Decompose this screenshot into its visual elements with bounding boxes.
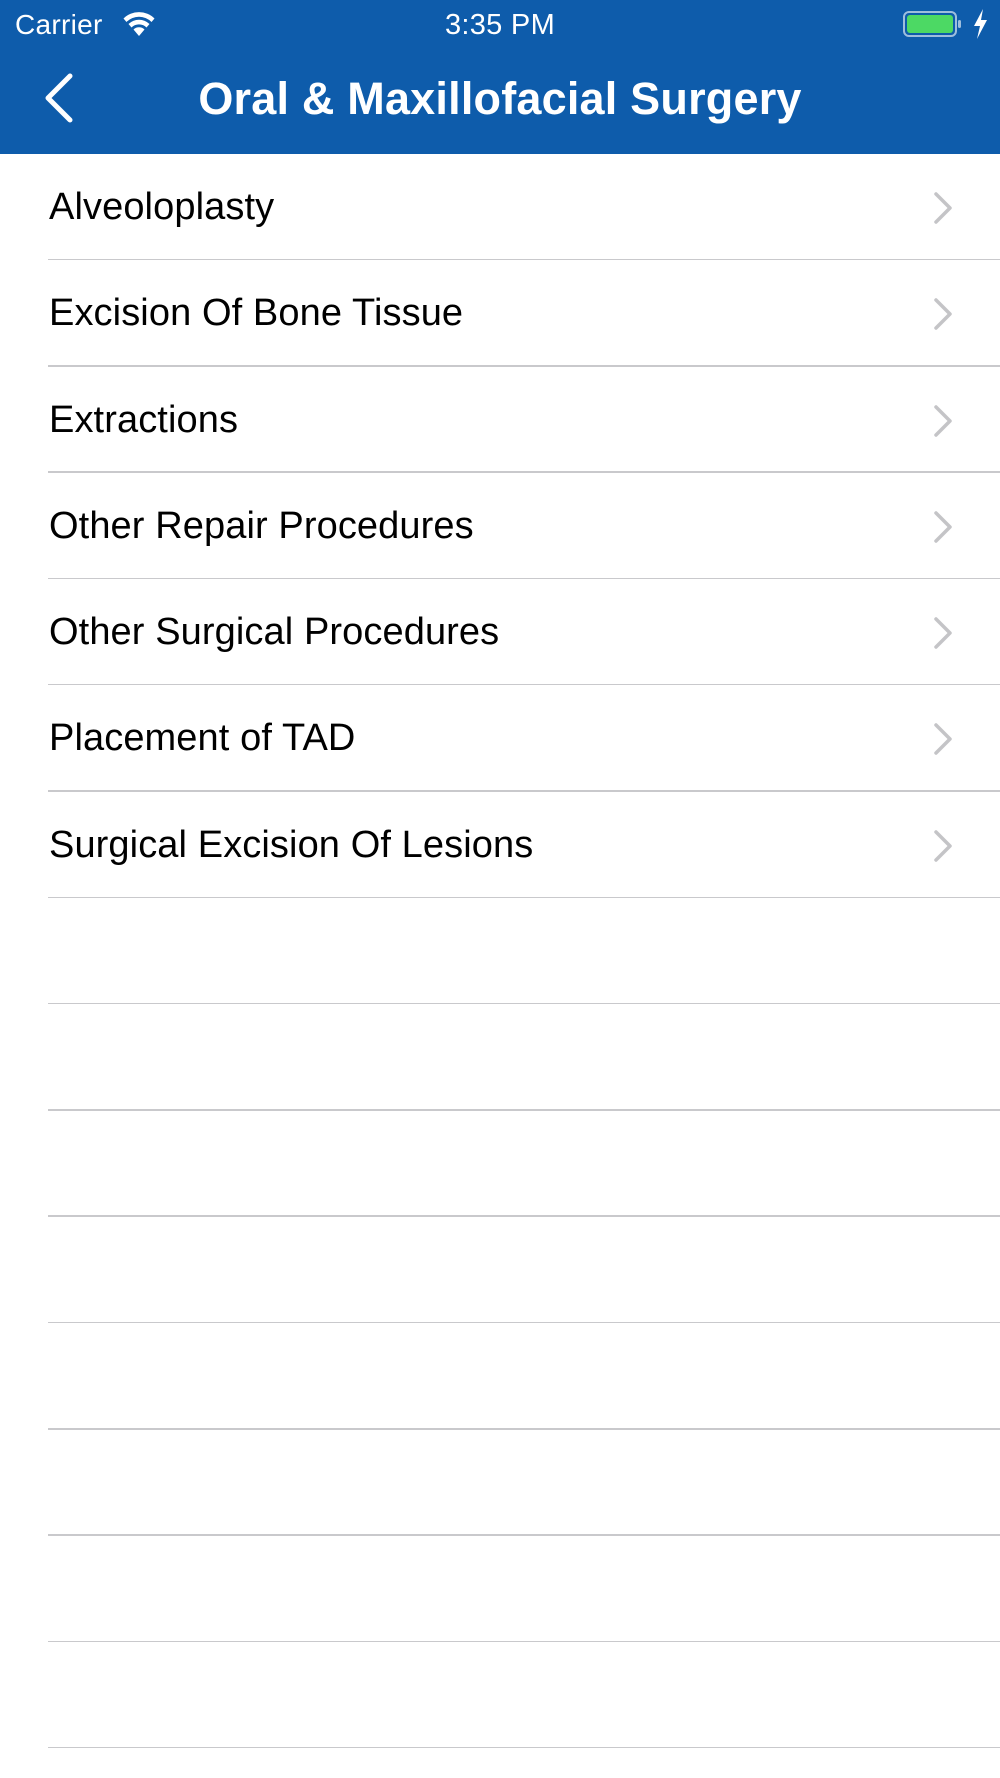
list-item[interactable]: Excision Of Bone Tissue — [0, 260, 1000, 367]
empty-list-row — [0, 1430, 1000, 1537]
list-item-label: Excision Of Bone Tissue — [49, 292, 464, 335]
battery-icon — [903, 11, 961, 37]
empty-list-row — [0, 1323, 1000, 1430]
empty-list-row — [0, 1536, 1000, 1643]
list-item[interactable]: Other Surgical Procedures — [0, 579, 1000, 686]
list-item[interactable]: Placement of TAD — [0, 685, 1000, 793]
empty-list-row — [0, 1642, 1000, 1749]
screen: Carrier 3:35 PM Oral & Maxillofacial Sur… — [0, 0, 1000, 1778]
chevron-right-icon — [934, 298, 952, 331]
empty-list-row — [0, 1111, 1000, 1218]
empty-list-row — [0, 898, 1000, 1005]
chevron-right-icon — [934, 723, 952, 756]
chevron-right-icon — [934, 830, 952, 862]
chevron-right-icon — [934, 192, 952, 224]
list-item-label: Alveoloplasty — [49, 186, 275, 228]
list-item[interactable]: Alveoloplasty — [0, 154, 1000, 261]
chevron-right-icon — [934, 617, 952, 649]
chevron-right-icon — [934, 511, 952, 543]
list-item[interactable]: Extractions — [0, 367, 1000, 474]
procedure-list: Alveoloplasty Excision Of Bone Tissue Ex… — [0, 154, 1000, 1749]
status-bar: Carrier 3:35 PM — [0, 0, 1000, 50]
charging-bolt-icon — [974, 9, 987, 39]
list-item-label: Other Surgical Procedures — [49, 611, 500, 654]
list-item-label: Surgical Excision Of Lesions — [49, 823, 534, 866]
list-item[interactable]: Other Repair Procedures — [0, 473, 1000, 580]
top-bar: Carrier 3:35 PM Oral & Maxillofacial Sur… — [0, 0, 1000, 154]
page-title: Oral & Maxillofacial Surgery — [198, 73, 802, 124]
empty-list-row — [0, 1217, 1000, 1324]
list-item-label: Extractions — [49, 398, 239, 441]
chevron-right-icon — [934, 404, 952, 437]
list-item-label: Other Repair Procedures — [49, 504, 474, 547]
empty-list-row — [0, 1004, 1000, 1111]
list-item-label: Placement of TAD — [49, 717, 356, 760]
navigation-bar: Oral & Maxillofacial Surgery — [0, 50, 1000, 154]
list-item[interactable]: Surgical Excision Of Lesions — [0, 792, 1000, 899]
status-time: 3:35 PM — [444, 9, 556, 41]
